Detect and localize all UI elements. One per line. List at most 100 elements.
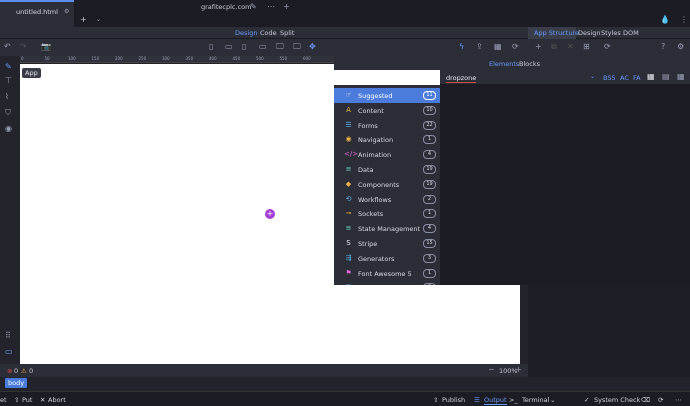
tab-design-panel[interactable]: Design	[578, 29, 600, 37]
camera-icon[interactable]: 📷	[41, 42, 51, 52]
category-item[interactable]: ◉ Navigation 1	[334, 132, 440, 147]
category-label: Navigation	[358, 136, 394, 145]
filter-fa[interactable]: FA	[633, 74, 641, 82]
ruler-tick: 0	[21, 56, 24, 61]
chevron-down-icon[interactable]: ⌄	[550, 396, 555, 404]
category-item[interactable]: ▤ Layout 3	[334, 280, 440, 285]
panel-icon[interactable]: ▭	[5, 347, 13, 357]
category-count-badge: 15	[423, 239, 436, 248]
chevron-down-icon[interactable]: ⌄	[590, 72, 595, 82]
gear-icon[interactable]: ⚙	[64, 8, 69, 15]
tab-split[interactable]: Split	[280, 29, 294, 37]
grid-view-icon[interactable]: ▦	[647, 72, 655, 82]
put-button[interactable]: Put	[22, 396, 32, 404]
tab-styles[interactable]: Styles	[601, 29, 621, 37]
category-item[interactable]: ≡ State Management 4	[334, 221, 440, 236]
help-icon[interactable]: ?	[661, 42, 665, 52]
category-label: Generators	[358, 254, 395, 263]
results-area	[440, 85, 690, 285]
zoom-in-icon[interactable]: +	[515, 365, 522, 375]
add-element-icon[interactable]: +	[535, 42, 542, 52]
output-icon: ☰	[474, 396, 480, 404]
structure-icon[interactable]: ⊞	[583, 42, 590, 52]
edit-icon[interactable]: ✎	[250, 2, 257, 12]
abort-button[interactable]: Abort	[48, 396, 66, 404]
grid-icon[interactable]: ⠿	[5, 331, 11, 341]
plug-icon: ⊸	[345, 209, 352, 218]
category-count-badge: 4	[423, 150, 436, 160]
category-count-badge: 10	[423, 105, 436, 115]
category-item[interactable]: ☰ Forms 22	[334, 118, 440, 133]
desktop-icon[interactable]: 🖵	[276, 42, 284, 52]
category-count-badge: 19	[423, 165, 436, 174]
terminal-tab[interactable]: Terminal	[522, 396, 549, 404]
system-check-button[interactable]: System Check	[594, 396, 640, 404]
list-view-icon[interactable]: ▤	[662, 72, 670, 82]
reload-icon[interactable]: ⟳	[604, 42, 611, 52]
drop-icon[interactable]: 💧	[660, 15, 670, 25]
eraser-icon[interactable]: ⌫	[641, 396, 650, 404]
brush-icon[interactable]: ⌇	[5, 92, 9, 102]
eye-icon[interactable]: ◉	[5, 124, 12, 134]
refresh-icon[interactable]: ⟳	[658, 396, 663, 404]
phone-landscape-icon[interactable]: ▭	[225, 42, 233, 52]
ruler-tick: 400	[209, 56, 217, 61]
get-button[interactable]: et	[0, 396, 7, 404]
category-label: Sockets	[358, 210, 384, 219]
settings-icon[interactable]: ⚙	[677, 42, 684, 52]
tab-blocks[interactable]: Blocks	[519, 60, 540, 68]
generator-icon: ⇶	[345, 253, 352, 262]
file-tab[interactable]: untitled.html ⚙	[0, 0, 74, 27]
category-item[interactable]: </> Animation 4	[334, 147, 440, 162]
bucket-icon[interactable]: ⛉	[5, 108, 11, 118]
category-item[interactable]: ☞ Suggested 11	[334, 88, 440, 103]
lightning-icon[interactable]: ϟ	[459, 42, 464, 52]
more-icon[interactable]: ⋯	[675, 396, 682, 404]
edit-tool-icon[interactable]: ✎	[5, 62, 12, 72]
redo-icon[interactable]: ↷	[20, 42, 27, 52]
zoom-out-icon[interactable]: −	[488, 365, 495, 375]
stripe-icon: S	[346, 239, 351, 247]
canvas-footer: ⊗ 0 ⚠ 0 − 100% +	[0, 364, 528, 377]
category-item[interactable]: ⟲ Workflows 2	[334, 192, 440, 207]
upload-icon: ⇧	[14, 396, 20, 404]
tab-dom[interactable]: DOM	[623, 29, 639, 37]
tab-app-structure[interactable]: App Structure	[534, 29, 579, 37]
tablet-landscape-icon[interactable]: ▭	[259, 42, 267, 52]
tool-rail: ✎ ⊤ ⌇ ⛉ ◉ ⠿ ▭	[0, 56, 20, 364]
search-input[interactable]: dropzone	[446, 74, 477, 83]
delete-icon[interactable]: ✕	[567, 42, 574, 52]
tablet-icon[interactable]: ▯	[242, 42, 246, 52]
chevron-down-icon[interactable]: ⌄	[96, 15, 101, 25]
align-icon[interactable]: ⊤	[5, 76, 12, 86]
new-tab-icon[interactable]: +	[80, 15, 87, 25]
tab-design[interactable]: Design	[235, 29, 257, 37]
filter-bs5[interactable]: BS5	[603, 74, 616, 82]
category-item[interactable]: ≡ Data 19	[334, 162, 440, 177]
publish-button[interactable]: Publish	[442, 396, 465, 404]
filter-ac[interactable]: AC	[620, 74, 629, 82]
dots-icon[interactable]: ⋮	[680, 15, 688, 25]
undo-icon[interactable]: ↶	[4, 42, 11, 52]
tab-code[interactable]: Code	[260, 29, 277, 37]
category-item[interactable]: ⊸ Sockets 1	[334, 206, 440, 221]
insert-plus-icon[interactable]: +	[265, 209, 275, 219]
more-icon[interactable]: ⋯	[267, 2, 275, 12]
category-item[interactable]: ◆ Components 19	[334, 177, 440, 192]
category-item[interactable]: ⚑ Font Awesome 5 1	[334, 266, 440, 281]
share-icon[interactable]: ⇪	[476, 42, 483, 52]
category-item[interactable]: ⇶ Generators 3	[334, 251, 440, 266]
category-item[interactable]: S Stripe 15	[334, 236, 440, 251]
fit-icon[interactable]: ✥	[309, 42, 316, 52]
library-icon[interactable]: ▦	[494, 42, 502, 52]
breadcrumb-body[interactable]: body	[5, 378, 28, 388]
output-tab[interactable]: Output	[484, 396, 507, 405]
phone-icon[interactable]: ▯	[209, 42, 213, 52]
copy-icon[interactable]: ⧉	[551, 42, 557, 52]
monitor-icon[interactable]: 🖵	[293, 42, 301, 52]
refresh-icon[interactable]: ⟳	[512, 42, 519, 52]
compact-view-icon[interactable]: ▦	[677, 72, 685, 82]
add-icon[interactable]: +	[283, 2, 290, 12]
category-item[interactable]: A Content 10	[334, 103, 440, 118]
tab-elements[interactable]: Elements	[489, 60, 519, 68]
